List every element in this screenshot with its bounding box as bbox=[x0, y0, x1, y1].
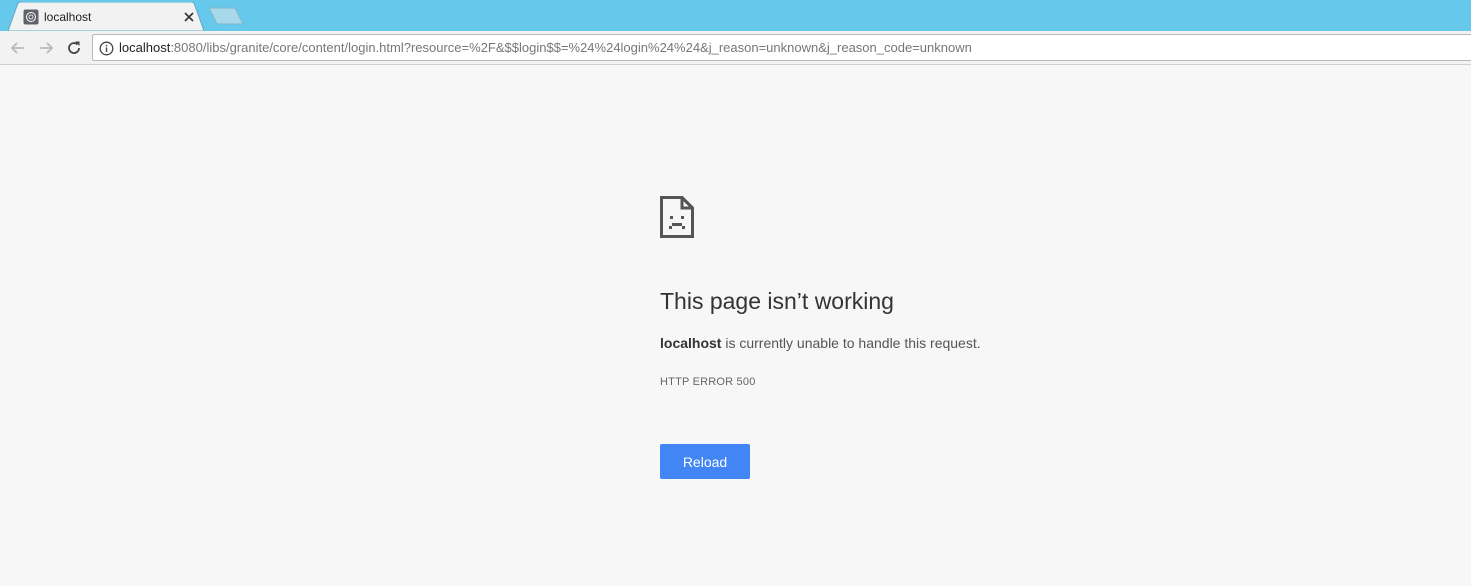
url-host: localhost bbox=[119, 40, 171, 55]
address-bar[interactable]: localhost:8080/libs/granite/core/content… bbox=[92, 34, 1471, 61]
error-message: is currently unable to handle this reque… bbox=[721, 335, 981, 351]
url-text[interactable]: localhost:8080/libs/granite/core/content… bbox=[119, 40, 972, 56]
toolbar: localhost:8080/libs/granite/core/content… bbox=[0, 31, 1471, 65]
error-title: This page isn’t working bbox=[660, 288, 894, 314]
tab-title: localhost bbox=[44, 10, 92, 24]
close-icon[interactable] bbox=[182, 10, 196, 24]
error-code: HTTP ERROR 500 bbox=[660, 376, 756, 388]
error-description: localhost is currently unable to handle … bbox=[660, 334, 981, 352]
forward-arrow-icon[interactable] bbox=[36, 38, 56, 58]
sad-page-icon bbox=[660, 196, 694, 238]
reload-icon[interactable] bbox=[64, 38, 84, 58]
info-icon[interactable] bbox=[99, 41, 114, 56]
back-arrow-icon[interactable] bbox=[8, 38, 28, 58]
error-host: localhost bbox=[660, 335, 722, 351]
new-tab-button[interactable] bbox=[208, 7, 244, 25]
globe-favicon-icon bbox=[23, 9, 39, 25]
url-path: :8080/libs/granite/core/content/login.ht… bbox=[170, 40, 972, 55]
tab-localhost[interactable]: localhost bbox=[8, 2, 204, 32]
tab-strip: localhost bbox=[0, 0, 1471, 32]
reload-button[interactable]: Reload bbox=[660, 444, 750, 479]
